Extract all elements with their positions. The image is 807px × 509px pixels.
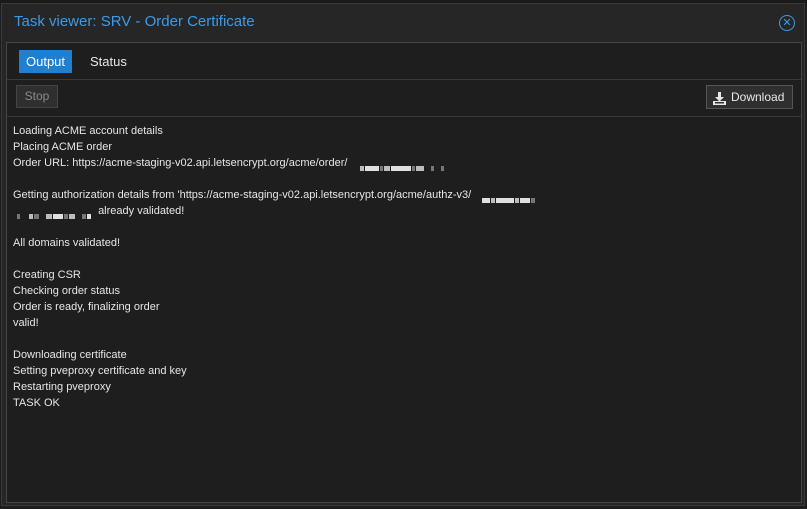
log-line: Getting authorization details from 'http… [13, 187, 793, 203]
task-panel: Output Status Stop Download Loading ACME… [6, 42, 802, 503]
redacted-text [17, 208, 92, 219]
log-line: TASK OK [13, 397, 60, 409]
log-line-empty [13, 171, 793, 187]
toolbar: Stop Download [7, 80, 801, 117]
tab-bar: Output Status [7, 43, 801, 80]
download-icon [713, 90, 726, 112]
log-text: Getting authorization details from 'http… [13, 189, 472, 201]
log-line: Checking order status [13, 285, 120, 297]
log-line: Order URL: https://acme-staging-v02.api.… [13, 155, 793, 171]
log-line: Downloading certificate [13, 349, 127, 361]
download-button[interactable]: Download [706, 85, 793, 109]
redacted-text [482, 192, 536, 203]
log-text: already validated! [98, 205, 185, 217]
redacted-text [360, 160, 445, 171]
task-log-output: Loading ACME account details Placing ACM… [13, 123, 793, 411]
task-viewer-window: Task viewer: SRV - Order Certificate ✕ O… [1, 3, 805, 506]
tab-status[interactable]: Status [83, 50, 134, 73]
log-line: All domains validated! [13, 237, 121, 249]
log-line: already validated! [13, 203, 793, 219]
stop-button[interactable]: Stop [16, 85, 58, 108]
log-line: Loading ACME account details [13, 125, 163, 137]
close-icon[interactable]: ✕ [779, 15, 795, 31]
title-bar: Task viewer: SRV - Order Certificate ✕ [2, 4, 804, 40]
log-line: Restarting pveproxy [13, 381, 111, 393]
log-line: Setting pveproxy certificate and key [13, 365, 187, 377]
log-line: valid! [13, 317, 39, 329]
log-line-empty [13, 331, 793, 347]
log-line: Order is ready, finalizing order [13, 301, 160, 313]
log-line-empty [13, 219, 793, 235]
log-line: Creating CSR [13, 269, 81, 281]
download-label: Download [731, 90, 785, 104]
tab-output[interactable]: Output [19, 50, 73, 73]
window-title: Task viewer: SRV - Order Certificate [14, 13, 255, 30]
log-line-empty [13, 251, 793, 267]
log-text: Order URL: https://acme-staging-v02.api.… [13, 157, 348, 169]
log-line: Placing ACME order [13, 141, 113, 153]
